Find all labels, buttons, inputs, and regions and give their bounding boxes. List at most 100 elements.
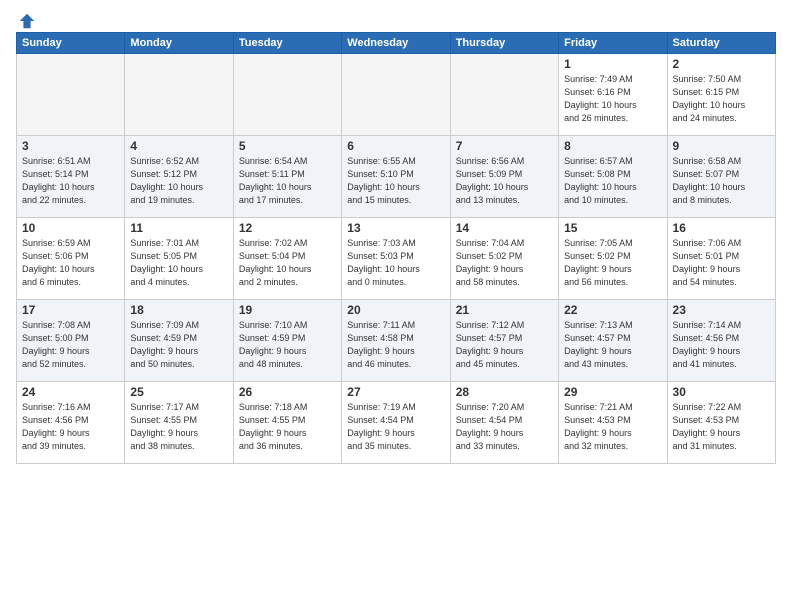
day-number: 30 [673, 385, 770, 399]
day-info: Sunrise: 7:21 AM Sunset: 4:53 PM Dayligh… [564, 401, 661, 453]
calendar-cell: 20 Sunrise: 7:11 AM Sunset: 4:58 PM Dayli… [342, 300, 450, 382]
day-number: 23 [673, 303, 770, 317]
day-number: 25 [130, 385, 227, 399]
day-info: Sunrise: 6:58 AM Sunset: 5:07 PM Dayligh… [673, 155, 770, 207]
calendar-cell: 1 Sunrise: 7:49 AM Sunset: 6:16 PM Daylig… [559, 54, 667, 136]
calendar-cell: 17 Sunrise: 7:08 AM Sunset: 5:00 PM Dayli… [17, 300, 125, 382]
day-number: 12 [239, 221, 336, 235]
calendar: SundayMondayTuesdayWednesdayThursdayFrid… [16, 32, 776, 464]
calendar-cell: 9 Sunrise: 6:58 AM Sunset: 5:07 PM Daylig… [667, 136, 775, 218]
calendar-cell: 24Sunrise: 7:16 AM Sunset: 4:56 PM Dayli… [17, 382, 125, 464]
day-number: 10 [22, 221, 119, 235]
calendar-cell: 10 Sunrise: 6:59 AM Sunset: 5:06 PM Dayli… [17, 218, 125, 300]
day-info: Sunrise: 6:51 AM Sunset: 5:14 PM Dayligh… [22, 155, 119, 207]
calendar-cell [342, 54, 450, 136]
weekday-header-friday: Friday [559, 33, 667, 54]
calendar-cell [125, 54, 233, 136]
day-info: Sunrise: 7:04 AM Sunset: 5:02 PM Dayligh… [456, 237, 553, 289]
calendar-cell: 16Sunrise: 7:06 AM Sunset: 5:01 PM Dayli… [667, 218, 775, 300]
day-number: 3 [22, 139, 119, 153]
day-info: Sunrise: 7:02 AM Sunset: 5:04 PM Dayligh… [239, 237, 336, 289]
calendar-cell: 15 Sunrise: 7:05 AM Sunset: 5:02 PM Dayli… [559, 218, 667, 300]
calendar-cell [450, 54, 558, 136]
day-info: Sunrise: 6:55 AM Sunset: 5:10 PM Dayligh… [347, 155, 444, 207]
day-number: 27 [347, 385, 444, 399]
day-info: Sunrise: 7:13 AM Sunset: 4:57 PM Dayligh… [564, 319, 661, 371]
weekday-header-monday: Monday [125, 33, 233, 54]
day-info: Sunrise: 7:08 AM Sunset: 5:00 PM Dayligh… [22, 319, 119, 371]
day-number: 4 [130, 139, 227, 153]
day-number: 20 [347, 303, 444, 317]
day-info: Sunrise: 6:56 AM Sunset: 5:09 PM Dayligh… [456, 155, 553, 207]
calendar-cell: 18 Sunrise: 7:09 AM Sunset: 4:59 PM Dayli… [125, 300, 233, 382]
calendar-cell: 19 Sunrise: 7:10 AM Sunset: 4:59 PM Dayli… [233, 300, 341, 382]
calendar-cell: 3 Sunrise: 6:51 AM Sunset: 5:14 PM Daylig… [17, 136, 125, 218]
day-info: Sunrise: 7:50 AM Sunset: 6:15 PM Dayligh… [673, 73, 770, 125]
day-number: 29 [564, 385, 661, 399]
calendar-cell: 12 Sunrise: 7:02 AM Sunset: 5:04 PM Dayli… [233, 218, 341, 300]
calendar-cell: 2 Sunrise: 7:50 AM Sunset: 6:15 PM Daylig… [667, 54, 775, 136]
day-info: Sunrise: 7:09 AM Sunset: 4:59 PM Dayligh… [130, 319, 227, 371]
calendar-cell: 29 Sunrise: 7:21 AM Sunset: 4:53 PM Dayli… [559, 382, 667, 464]
day-number: 28 [456, 385, 553, 399]
day-number: 8 [564, 139, 661, 153]
day-info: Sunrise: 7:49 AM Sunset: 6:16 PM Dayligh… [564, 73, 661, 125]
weekday-header-saturday: Saturday [667, 33, 775, 54]
day-info: Sunrise: 6:54 AM Sunset: 5:11 PM Dayligh… [239, 155, 336, 207]
day-info: Sunrise: 7:18 AM Sunset: 4:55 PM Dayligh… [239, 401, 336, 453]
day-info: Sunrise: 7:12 AM Sunset: 4:57 PM Dayligh… [456, 319, 553, 371]
weekday-header-tuesday: Tuesday [233, 33, 341, 54]
day-info: Sunrise: 7:20 AM Sunset: 4:54 PM Dayligh… [456, 401, 553, 453]
day-number: 16 [673, 221, 770, 235]
calendar-cell: 27 Sunrise: 7:19 AM Sunset: 4:54 PM Dayli… [342, 382, 450, 464]
day-number: 9 [673, 139, 770, 153]
weekday-header-row: SundayMondayTuesdayWednesdayThursdayFrid… [17, 33, 776, 54]
day-number: 24 [22, 385, 119, 399]
weekday-header-sunday: Sunday [17, 33, 125, 54]
calendar-cell: 5 Sunrise: 6:54 AM Sunset: 5:11 PM Daylig… [233, 136, 341, 218]
day-info: Sunrise: 7:10 AM Sunset: 4:59 PM Dayligh… [239, 319, 336, 371]
logo [16, 12, 36, 26]
day-info: Sunrise: 7:14 AM Sunset: 4:56 PM Dayligh… [673, 319, 770, 371]
day-number: 11 [130, 221, 227, 235]
calendar-week-3: 10 Sunrise: 6:59 AM Sunset: 5:06 PM Dayli… [17, 218, 776, 300]
day-number: 1 [564, 57, 661, 71]
day-info: Sunrise: 7:05 AM Sunset: 5:02 PM Dayligh… [564, 237, 661, 289]
calendar-cell: 23 Sunrise: 7:14 AM Sunset: 4:56 PM Dayli… [667, 300, 775, 382]
calendar-cell: 11 Sunrise: 7:01 AM Sunset: 5:05 PM Dayli… [125, 218, 233, 300]
day-info: Sunrise: 6:59 AM Sunset: 5:06 PM Dayligh… [22, 237, 119, 289]
calendar-cell: 14 Sunrise: 7:04 AM Sunset: 5:02 PM Dayli… [450, 218, 558, 300]
day-info: Sunrise: 7:11 AM Sunset: 4:58 PM Dayligh… [347, 319, 444, 371]
day-number: 21 [456, 303, 553, 317]
calendar-cell [233, 54, 341, 136]
calendar-cell: 8Sunrise: 6:57 AM Sunset: 5:08 PM Daylig… [559, 136, 667, 218]
day-number: 5 [239, 139, 336, 153]
day-number: 7 [456, 139, 553, 153]
weekday-header-thursday: Thursday [450, 33, 558, 54]
day-info: Sunrise: 7:01 AM Sunset: 5:05 PM Dayligh… [130, 237, 227, 289]
calendar-cell: 26Sunrise: 7:18 AM Sunset: 4:55 PM Dayli… [233, 382, 341, 464]
header [16, 12, 776, 26]
calendar-cell: 21 Sunrise: 7:12 AM Sunset: 4:57 PM Dayli… [450, 300, 558, 382]
day-number: 19 [239, 303, 336, 317]
day-info: Sunrise: 7:03 AM Sunset: 5:03 PM Dayligh… [347, 237, 444, 289]
day-number: 18 [130, 303, 227, 317]
calendar-cell [17, 54, 125, 136]
calendar-cell: 30 Sunrise: 7:22 AM Sunset: 4:53 PM Dayli… [667, 382, 775, 464]
day-number: 14 [456, 221, 553, 235]
day-info: Sunrise: 7:19 AM Sunset: 4:54 PM Dayligh… [347, 401, 444, 453]
day-info: Sunrise: 6:52 AM Sunset: 5:12 PM Dayligh… [130, 155, 227, 207]
calendar-cell: 6Sunrise: 6:55 AM Sunset: 5:10 PM Daylig… [342, 136, 450, 218]
calendar-week-2: 3 Sunrise: 6:51 AM Sunset: 5:14 PM Daylig… [17, 136, 776, 218]
calendar-week-1: 1 Sunrise: 7:49 AM Sunset: 6:16 PM Daylig… [17, 54, 776, 136]
calendar-cell: 25 Sunrise: 7:17 AM Sunset: 4:55 PM Dayli… [125, 382, 233, 464]
day-info: Sunrise: 7:17 AM Sunset: 4:55 PM Dayligh… [130, 401, 227, 453]
page: SundayMondayTuesdayWednesdayThursdayFrid… [0, 0, 792, 612]
day-number: 17 [22, 303, 119, 317]
calendar-cell: 7 Sunrise: 6:56 AM Sunset: 5:09 PM Daylig… [450, 136, 558, 218]
day-number: 2 [673, 57, 770, 71]
calendar-week-5: 24Sunrise: 7:16 AM Sunset: 4:56 PM Dayli… [17, 382, 776, 464]
day-number: 15 [564, 221, 661, 235]
day-info: Sunrise: 7:22 AM Sunset: 4:53 PM Dayligh… [673, 401, 770, 453]
calendar-cell: 4 Sunrise: 6:52 AM Sunset: 5:12 PM Daylig… [125, 136, 233, 218]
